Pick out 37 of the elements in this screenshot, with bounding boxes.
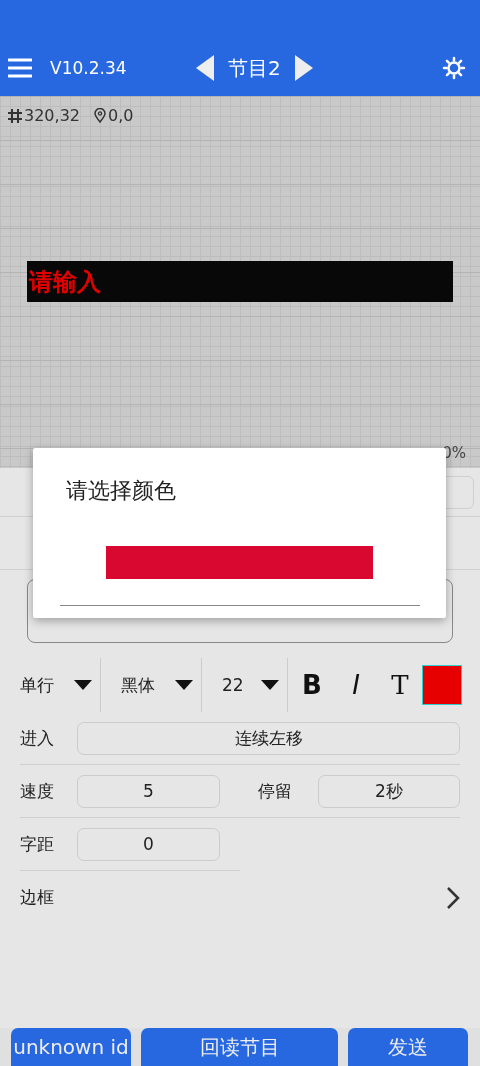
text-program-area[interactable]: 请输入 xyxy=(27,261,453,302)
read-back-button[interactable]: 回读节目 xyxy=(141,1028,338,1066)
dialog-title: 请选择颜色 xyxy=(66,477,177,505)
caret-icon xyxy=(261,680,279,690)
italic-button[interactable]: I xyxy=(336,670,376,700)
settings-icon[interactable] xyxy=(442,56,466,80)
send-button[interactable]: 发送 xyxy=(348,1028,468,1066)
text-style-button[interactable]: T xyxy=(380,670,420,700)
grid-size-icon xyxy=(8,108,22,123)
chevron-right-icon xyxy=(446,885,460,910)
value-field[interactable]: 5 xyxy=(77,774,220,808)
color-swatch[interactable] xyxy=(422,665,462,705)
font-dropdown[interactable]: 黑体 xyxy=(101,658,202,712)
value-field[interactable]: 连续左移 xyxy=(77,721,460,755)
caret-icon xyxy=(74,680,92,690)
previous-icon[interactable] xyxy=(195,55,214,81)
bold-button[interactable]: B xyxy=(292,670,332,700)
version-label: V10.2.34 xyxy=(50,58,127,78)
size-label: 320,32 xyxy=(24,106,80,125)
location-pin-icon xyxy=(94,108,106,123)
preview-text: 请输入 xyxy=(29,266,101,298)
next-icon[interactable] xyxy=(294,55,313,81)
value-field[interactable]: 2秒 xyxy=(318,774,460,808)
position-label: 0,0 xyxy=(108,106,134,125)
program-title: 节目2 xyxy=(227,54,281,82)
color-preview[interactable] xyxy=(106,546,373,579)
line-mode-dropdown[interactable]: 单行 xyxy=(20,658,101,712)
size-dropdown[interactable]: 22 xyxy=(202,658,288,712)
border-row[interactable]: 边框 xyxy=(20,871,460,924)
caret-icon xyxy=(175,680,193,690)
menu-icon[interactable] xyxy=(8,58,32,78)
field-label: 字距 xyxy=(20,832,55,856)
value-field[interactable]: 0 xyxy=(77,827,220,861)
field-label: 进入 xyxy=(20,726,55,750)
field-label: 速度 xyxy=(20,779,55,803)
id-button[interactable]: unknown id xyxy=(11,1028,131,1066)
field-label: 停留 xyxy=(258,779,293,803)
